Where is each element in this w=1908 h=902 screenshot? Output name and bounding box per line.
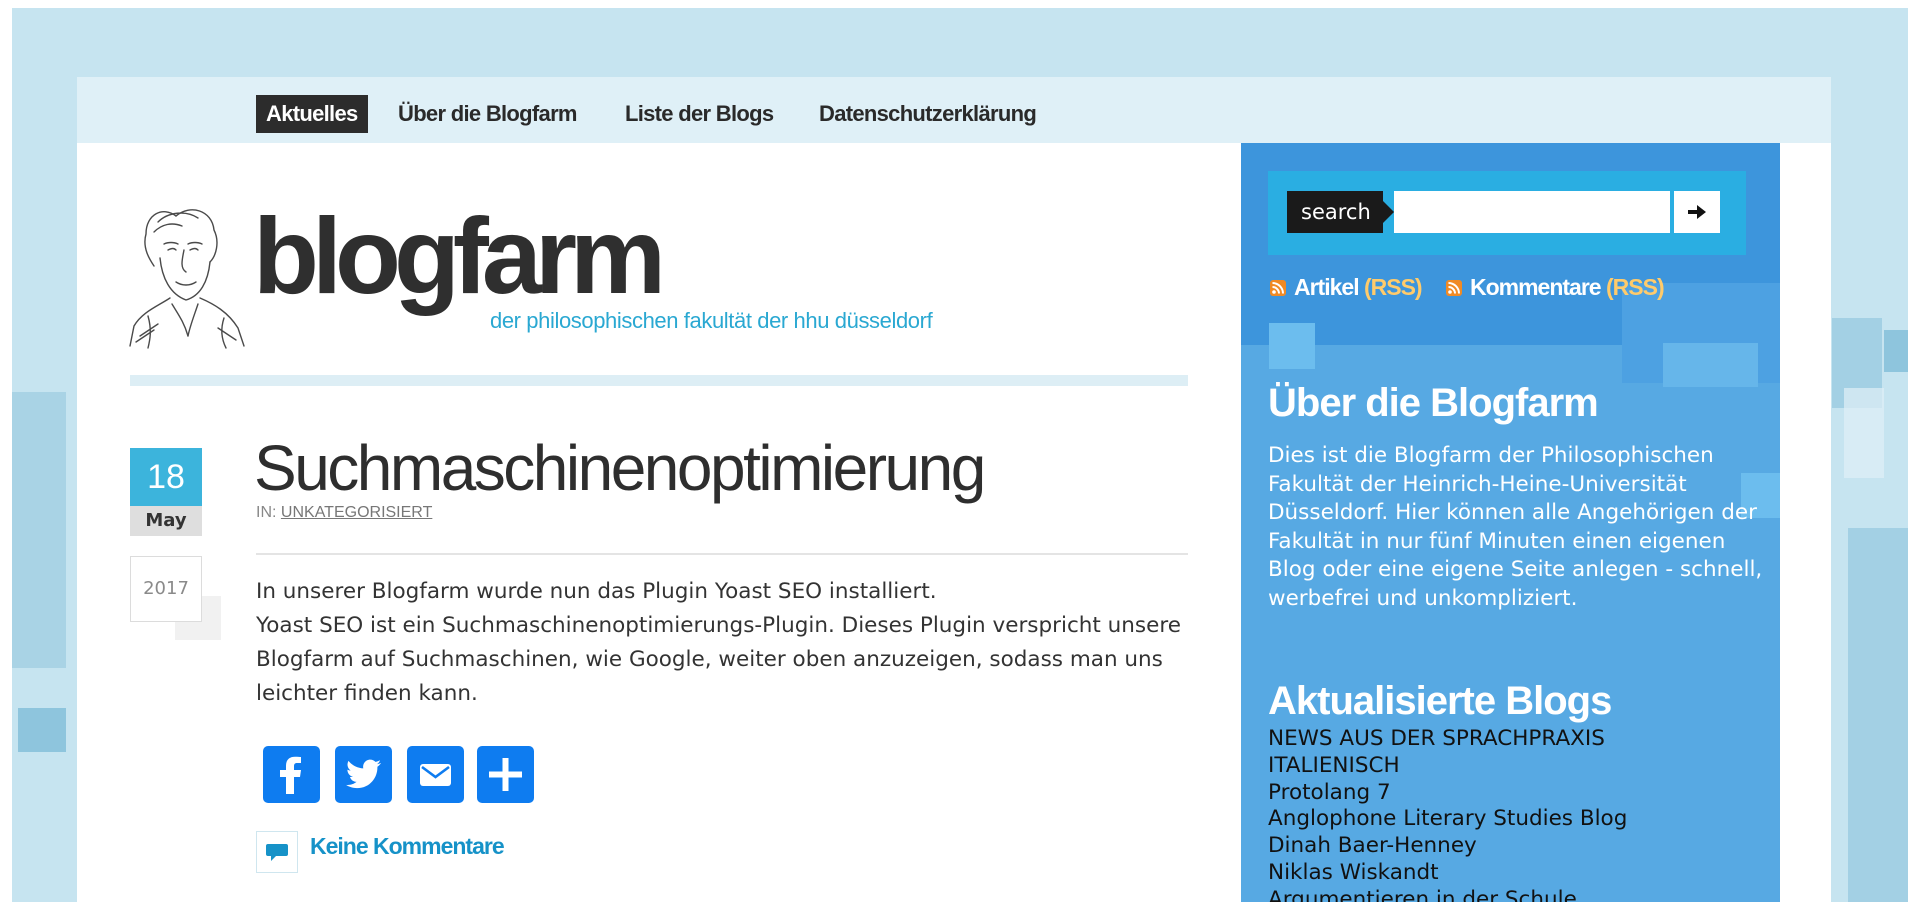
list-item[interactable]: Argumentieren in der Schule [1268,887,1648,902]
content-right-edge [1780,143,1831,902]
post-date-month: May [130,506,202,536]
page: Aktuelles Über die Blogfarm Liste der Bl… [0,0,1908,902]
feed-label: Kommentare [1470,274,1602,300]
category-prefix: IN: [256,504,277,521]
decor-block [1663,343,1758,387]
search-label: search [1287,191,1394,233]
decor-block [12,392,66,668]
twitter-icon [346,759,381,789]
category-link[interactable]: UNKATEGORISIERT [281,504,432,521]
header-divider [130,375,1188,386]
decor-block [1269,323,1315,369]
feed-suffix: (RSS) [1606,274,1665,300]
decor-block [1848,528,1908,902]
heine-portrait-logo[interactable] [128,196,246,351]
nav-item-aktuelles[interactable]: Aktuelles [256,95,368,133]
nav-item-liste-der-blogs[interactable]: Liste der Blogs [625,95,774,133]
sidebar-about-title: Über die Blogfarm [1268,381,1599,425]
nav-item-ueber-die-blogfarm[interactable]: Über die Blogfarm [398,95,577,133]
rss-icon [1270,280,1286,296]
list-item[interactable]: Niklas Wiskandt [1268,860,1648,887]
comment-bubble-icon [256,831,298,873]
share-more-button[interactable] [477,746,534,803]
email-icon [420,764,451,786]
post-body: In unserer Blogfarm wurde nun das Plugin… [256,575,1196,711]
share-plus-icon [489,758,522,791]
sidebar-updated-blogs-title: Aktualisierte Blogs [1268,679,1612,723]
rss-icon [1446,280,1462,296]
share-twitter-button[interactable] [335,746,392,803]
decor-block [1844,388,1884,478]
post-divider [256,553,1188,555]
post-title[interactable]: Suchmaschinenoptimierung [254,436,986,500]
list-item[interactable]: Dinah Baer-Henney [1268,833,1648,860]
feed-link-kommentare[interactable]: Kommentare (RSS) [1470,272,1665,302]
facebook-icon [280,756,301,794]
feed-link-artikel[interactable]: Artikel (RSS) [1294,272,1423,302]
post-paragraph: In unserer Blogfarm wurde nun das Plugin… [256,579,937,604]
nav-item-datenschutz[interactable]: Datenschutzerklärung [819,95,1037,133]
site-wordmark[interactable]: blogfarm [253,202,666,310]
post-date-day: 18 [130,448,202,506]
search-submit-button[interactable] [1674,191,1720,233]
post-category-line: IN: UNKATEGORISIERT [256,504,432,522]
post-date-year: 2017 [130,556,202,622]
share-facebook-button[interactable] [263,746,320,803]
arrow-right-icon [1688,205,1706,219]
list-item[interactable]: NEWS AUS DER SPRACHPRAXIS ITALIENISCH [1268,726,1648,780]
list-item[interactable]: Anglophone Literary Studies Blog [1268,806,1648,833]
sidebar-about-text: Dies ist die Blogfarm der Philosophische… [1268,443,1763,611]
search-input[interactable] [1394,191,1670,233]
decor-block [18,708,66,752]
comments-link[interactable]: Keine Kommentare [310,833,505,860]
site-tagline: der philosophischen fakultät der hhu düs… [490,308,933,333]
post-paragraph: Yoast SEO ist ein Suchmaschinenoptimieru… [256,613,1181,706]
list-item[interactable]: Protolang 7 [1268,780,1648,807]
feed-suffix: (RSS) [1363,274,1423,300]
decor-block [1884,330,1908,372]
feed-label: Artikel [1294,274,1360,300]
updated-blogs-list: NEWS AUS DER SPRACHPRAXIS ITALIENISCH Pr… [1268,726,1648,902]
share-email-button[interactable] [407,746,464,803]
